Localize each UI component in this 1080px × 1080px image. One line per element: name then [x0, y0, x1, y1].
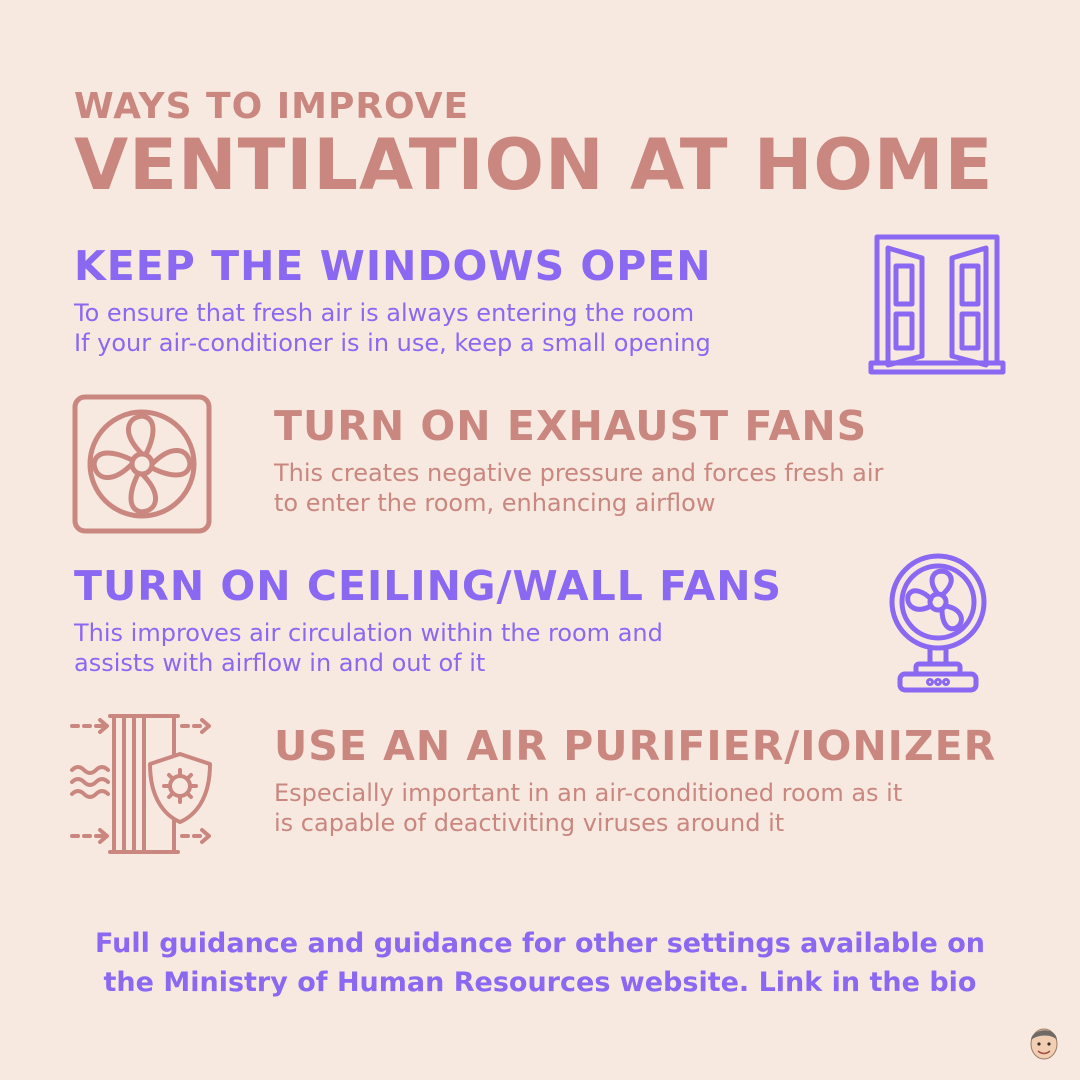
tip-body-windows: To ensure that fresh air is always enter… — [74, 298, 711, 358]
footer-note: Full guidance and guidance for other set… — [40, 924, 1040, 1002]
desk-fan-icon — [889, 553, 987, 693]
tip-body-air-purifier: Especially important in an air-condition… — [274, 778, 902, 838]
avatar-icon — [1030, 1028, 1058, 1060]
tip-line: to enter the room, enhancing airflow — [274, 489, 716, 517]
pre-title: WAYS TO IMPROVE — [74, 86, 470, 127]
tip-line: assists with airflow in and out of it — [74, 649, 486, 677]
tip-line: is capable of deactiviting viruses aroun… — [274, 809, 785, 837]
tip-body-exhaust-fans: This creates negative pressure and force… — [274, 458, 883, 518]
tip-heading-ceiling-fans: TURN ON CEILING/WALL FANS — [74, 562, 783, 610]
exhaust-fan-icon — [72, 394, 212, 534]
tip-heading-windows: KEEP THE WINDOWS OPEN — [74, 242, 712, 290]
page-title: VENTILATION AT HOME — [74, 124, 994, 206]
tip-line: Especially important in an air-condition… — [274, 779, 903, 807]
tip-line: This creates negative pressure and force… — [274, 459, 884, 487]
tip-heading-air-purifier: USE AN AIR PURIFIER/IONIZER — [274, 722, 997, 770]
tip-line: To ensure that fresh air is always enter… — [74, 299, 695, 327]
footer-line: the Ministry of Human Resources website.… — [103, 967, 977, 998]
tip-line: This improves air circulation within the… — [74, 619, 663, 647]
tip-line: If your air-conditioner is in use, keep … — [74, 329, 711, 357]
open-window-icon — [868, 234, 1006, 375]
tip-body-ceiling-fans: This improves air circulation within the… — [74, 618, 663, 678]
tip-heading-exhaust-fans: TURN ON EXHAUST FANS — [274, 402, 868, 450]
footer-line: Full guidance and guidance for other set… — [95, 928, 985, 959]
air-purifier-icon — [70, 714, 212, 854]
